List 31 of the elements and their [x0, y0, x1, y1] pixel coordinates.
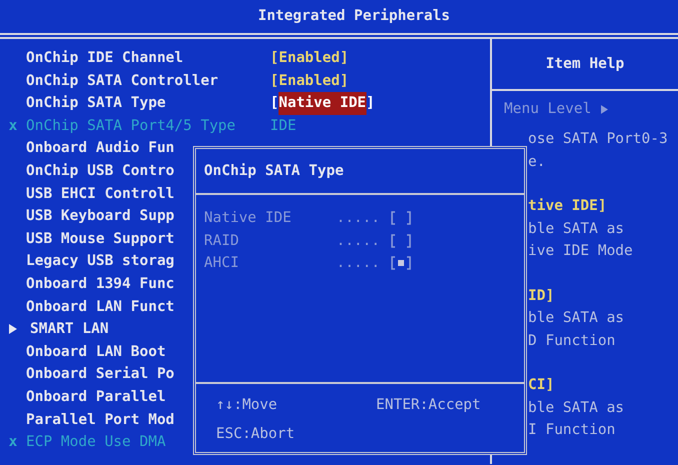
disabled-marker: x	[8, 433, 18, 452]
help-text: ive IDE Mode	[528, 243, 633, 259]
help-title: Item Help	[546, 56, 624, 72]
setting-value[interactable]: [Enabled]	[270, 70, 349, 92]
setting-label: OnChip SATA Port4/5 Type	[26, 116, 237, 136]
help-text: ble SATA as	[528, 310, 624, 326]
leader-dots: .....	[336, 255, 380, 272]
menu-level-arrow-icon	[601, 104, 608, 114]
help-text: e.	[528, 154, 546, 170]
setting-label[interactable]: OnChip SATA Controller	[26, 70, 270, 92]
help-text: tive IDE]	[528, 198, 607, 214]
help-text: ID]	[528, 288, 554, 304]
help-text: I Function	[528, 422, 616, 438]
submenu-arrow-icon	[9, 324, 17, 334]
menu-level-label: Menu Level	[504, 101, 592, 117]
setting-label[interactable]: OnChip SATA Type	[26, 92, 270, 115]
leader-dots: .....	[336, 232, 380, 249]
disabled-marker: x	[8, 116, 18, 136]
leader-dots: .....	[336, 210, 380, 226]
help-text: ose SATA Port0-3	[528, 131, 668, 147]
window-title: Integrated Peripherals	[258, 8, 450, 24]
setting-label[interactable]: OnChip IDE Channel	[26, 47, 270, 70]
help-text: D Function	[528, 332, 616, 348]
help-text: CI]	[528, 377, 554, 393]
dialog-title: OnChip SATA Type	[204, 163, 344, 179]
accept-hint: ENTER:Accept	[376, 396, 482, 412]
move-hint: ↑↓:Move	[216, 396, 278, 412]
help-text: ble SATA as	[528, 220, 624, 236]
help-text: ble SATA as	[528, 400, 624, 416]
abort-hint: ESC:Abort	[216, 426, 296, 442]
setting-value[interactable]: [Enabled]	[270, 47, 349, 70]
